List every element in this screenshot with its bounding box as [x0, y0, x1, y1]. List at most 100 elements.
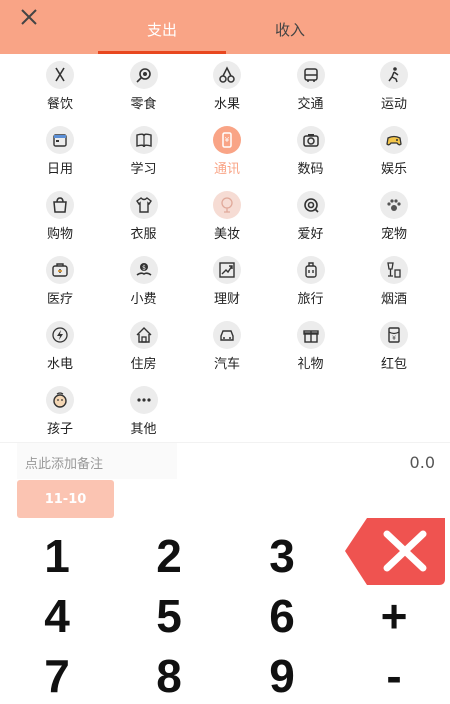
key-3[interactable]: 3 — [242, 528, 322, 584]
red-packet-icon: ¥ — [380, 321, 408, 349]
gift-icon — [296, 321, 325, 349]
tip-hand-icon: $ — [129, 256, 158, 284]
key-5[interactable]: 5 — [129, 588, 209, 644]
category-bus[interactable]: 交通 — [266, 56, 356, 121]
shirt-icon — [129, 191, 158, 219]
category-shirt[interactable]: 衣服 — [99, 186, 189, 251]
shopping-bag-icon — [46, 191, 74, 219]
category-paw[interactable]: 宠物 — [349, 186, 439, 251]
category-mirror[interactable]: 美妆 — [182, 186, 272, 251]
category-label: 小费 — [130, 292, 157, 307]
tab-indicator — [98, 51, 226, 54]
category-label: 通讯 — [213, 162, 240, 177]
calendar-icon — [46, 126, 74, 154]
category-label: 红包 — [380, 357, 407, 372]
category-running[interactable]: 运动 — [349, 56, 439, 121]
paw-icon — [380, 191, 408, 219]
category-calendar[interactable]: 日用 — [15, 121, 105, 186]
category-baby[interactable]: 孩子 — [15, 381, 105, 446]
bolt-icon — [46, 321, 74, 349]
category-label: 理财 — [213, 292, 240, 307]
category-label: 孩子 — [46, 422, 73, 437]
category-wine[interactable]: 烟酒 — [349, 251, 439, 316]
luggage-icon — [296, 256, 325, 284]
more-icon — [129, 386, 158, 414]
mirror-icon — [213, 191, 241, 219]
category-label: 零食 — [130, 97, 157, 112]
category-utensils[interactable]: 餐饮 — [15, 56, 105, 121]
cherry-icon — [213, 61, 241, 89]
category-label: 运动 — [380, 97, 407, 112]
amount-display: 0.0 — [409, 453, 435, 472]
car-icon — [213, 321, 241, 349]
svg-text:¥: ¥ — [392, 335, 396, 342]
delete-button[interactable] — [345, 518, 445, 585]
key-plus[interactable]: + — [354, 588, 434, 644]
category-label: 衣服 — [130, 227, 157, 242]
key-2[interactable]: 2 — [129, 528, 209, 584]
category-red-packet[interactable]: ¥ 红包 — [349, 316, 439, 381]
category-hobby[interactable]: 爱好 — [266, 186, 356, 251]
category-label: 交通 — [297, 97, 324, 112]
date-button[interactable]: 11-10 — [17, 480, 114, 518]
key-1[interactable]: 1 — [17, 528, 97, 584]
category-label: 学习 — [130, 162, 157, 177]
bus-icon — [296, 61, 325, 89]
backspace-icon — [345, 518, 445, 585]
category-label: 水果 — [213, 97, 240, 112]
book-icon — [129, 126, 158, 154]
category-label: 烟酒 — [380, 292, 407, 307]
tab-income[interactable]: 收入 — [226, 19, 354, 40]
category-gift[interactable]: 礼物 — [266, 316, 356, 381]
key-6[interactable]: 6 — [242, 588, 322, 644]
category-car[interactable]: 汽车 — [182, 316, 272, 381]
category-label: 旅行 — [297, 292, 324, 307]
lollipop-icon — [129, 61, 158, 89]
top-bar: 支出 收入 — [0, 0, 450, 54]
category-label: 娱乐 — [380, 162, 407, 177]
category-label: 美妆 — [213, 227, 240, 242]
category-house[interactable]: 住房 — [99, 316, 189, 381]
wine-icon — [380, 256, 408, 284]
svg-text:$: $ — [142, 265, 146, 272]
medical-kit-icon — [46, 256, 74, 284]
camera-icon — [296, 126, 325, 154]
category-medical-kit[interactable]: 医疗 — [15, 251, 105, 316]
baby-icon — [46, 386, 74, 414]
category-label: 住房 — [130, 357, 157, 372]
category-tip-hand[interactable]: $ 小费 — [99, 251, 189, 316]
category-chart[interactable]: 理财 — [182, 251, 272, 316]
category-cherry[interactable]: 水果 — [182, 56, 272, 121]
category-label: 水电 — [46, 357, 73, 372]
close-icon[interactable] — [18, 8, 40, 30]
category-camera[interactable]: 数码 — [266, 121, 356, 186]
category-label: 汽车 — [213, 357, 240, 372]
category-phone[interactable]: ¥ 通讯 — [182, 121, 272, 186]
category-shopping-bag[interactable]: 购物 — [15, 186, 105, 251]
category-label: 宠物 — [380, 227, 407, 242]
category-label: 爱好 — [297, 227, 324, 242]
category-bolt[interactable]: 水电 — [15, 316, 105, 381]
category-label: 医疗 — [46, 292, 73, 307]
house-icon — [129, 321, 158, 349]
running-icon — [380, 61, 408, 89]
svg-text:¥: ¥ — [225, 136, 230, 144]
category-label: 数码 — [297, 162, 324, 177]
note-placeholder: 点此添加备注 — [25, 457, 104, 472]
category-label: 其他 — [130, 422, 157, 437]
chart-icon — [213, 256, 241, 284]
hobby-icon — [296, 191, 325, 219]
category-book[interactable]: 学习 — [99, 121, 189, 186]
tab-expense[interactable]: 支出 — [98, 19, 226, 40]
gamepad-icon — [380, 126, 408, 154]
category-lollipop[interactable]: 零食 — [99, 56, 189, 121]
category-more[interactable]: 其他 — [99, 381, 189, 446]
category-gamepad[interactable]: 娱乐 — [349, 121, 439, 186]
category-label: 购物 — [46, 227, 73, 242]
phone-icon: ¥ — [213, 126, 241, 154]
key-4[interactable]: 4 — [17, 588, 97, 644]
utensils-icon — [46, 61, 74, 89]
category-label: 日用 — [46, 162, 73, 177]
category-luggage[interactable]: 旅行 — [266, 251, 356, 316]
category-label: 餐饮 — [46, 97, 73, 112]
